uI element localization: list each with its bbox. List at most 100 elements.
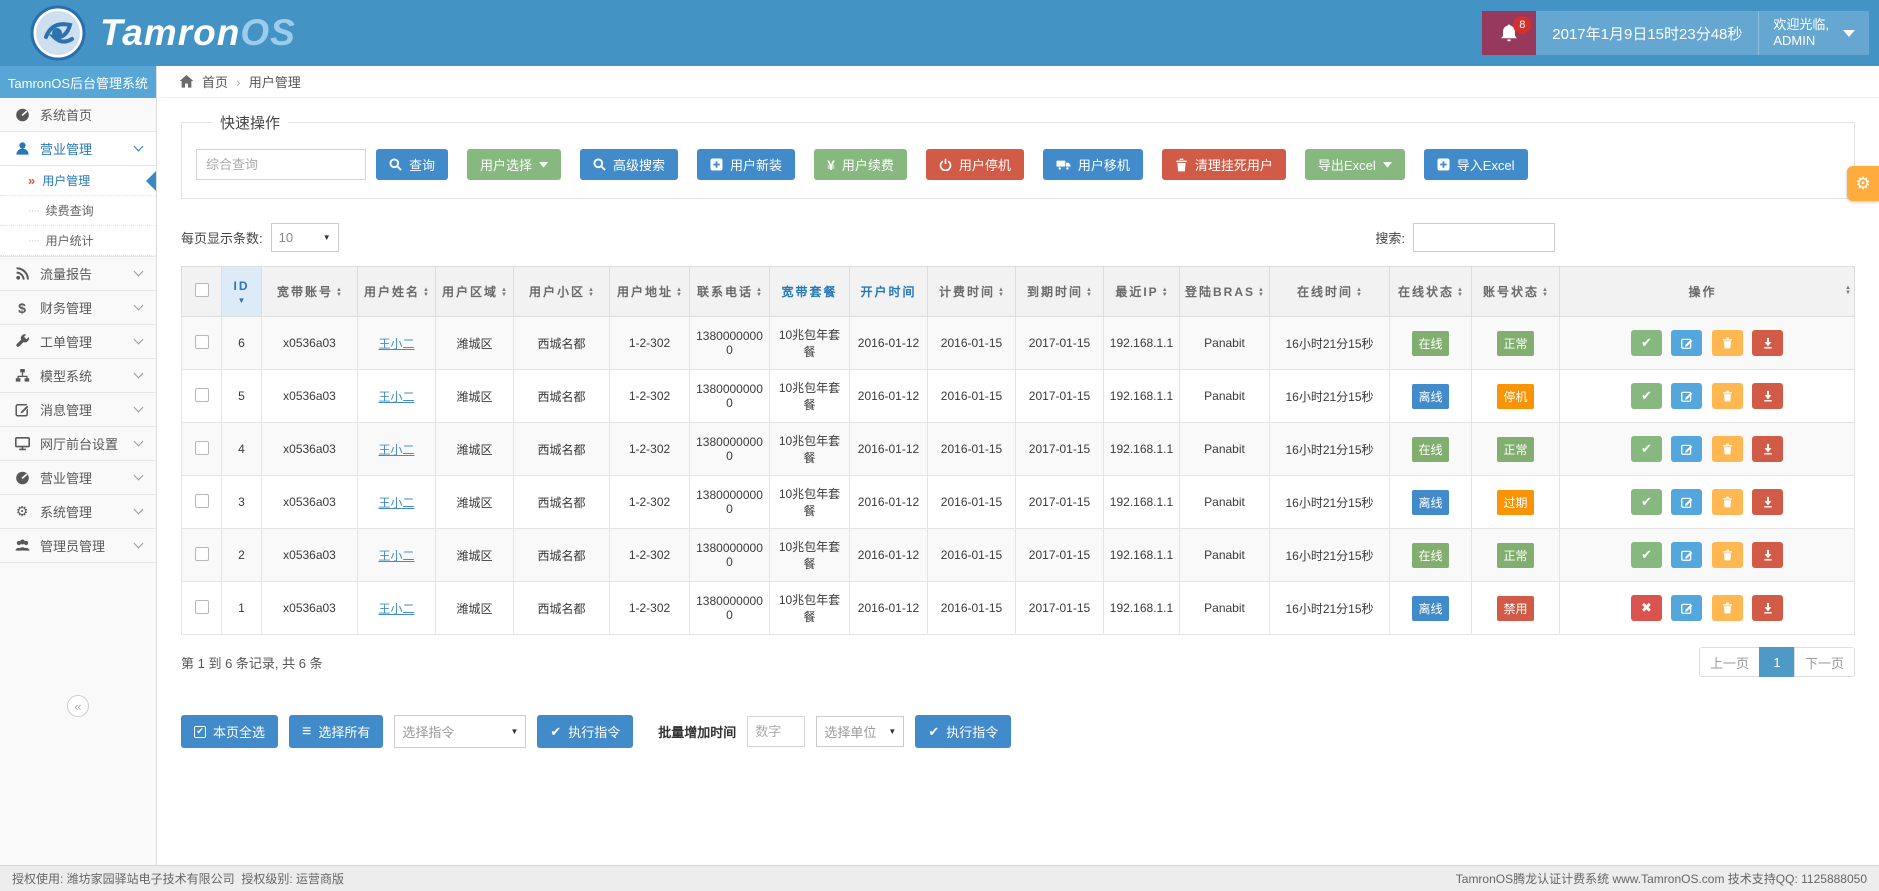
next-page-button[interactable]: 下一页 [1794,647,1855,677]
dashboard-icon [13,470,31,485]
export-excel-dropdown-button[interactable]: 导出Excel [1305,149,1405,180]
delete-user-button[interactable] [1712,542,1743,568]
combined-search-input[interactable] [196,149,366,180]
edit-user-button[interactable] [1671,542,1702,568]
row-checkbox[interactable] [195,335,209,349]
select-all-header[interactable] [182,267,222,317]
column-header-bras[interactable]: 登陆BRAS [1180,267,1270,317]
renew-button[interactable]: ¥ 用户续费 [814,149,907,180]
sidebar-item-user-stats[interactable]: ···· 用户统计 [0,226,156,256]
column-header-name[interactable]: 用户姓名 [358,267,436,317]
batch-number-input[interactable] [747,716,805,747]
select-all-button[interactable]: ≡ 选择所有 [289,715,383,748]
notifications-button[interactable]: 8 [1482,11,1536,55]
column-header-plan[interactable]: 宽带套餐 [770,267,850,317]
delete-user-button[interactable] [1712,383,1743,409]
current-page-button[interactable]: 1 [1759,647,1795,677]
user-name-link[interactable]: 王小二 [378,337,414,351]
download-user-button[interactable] [1752,383,1783,409]
toggle-user-button[interactable]: ✔ [1631,383,1662,409]
select-page-button[interactable]: 本页全选 [181,715,278,748]
row-checkbox[interactable] [195,494,209,508]
edit-user-button[interactable] [1671,383,1702,409]
delete-user-button[interactable] [1712,330,1743,356]
user-name-link[interactable]: 王小二 [378,443,414,457]
execute-batch-button[interactable]: ✔ 执行指令 [915,715,1011,748]
row-checkbox[interactable] [195,547,209,561]
column-header-region[interactable]: 用户区域 [436,267,514,317]
column-header-expire-date[interactable]: 到期时间 [1016,267,1104,317]
delete-user-button[interactable] [1712,489,1743,515]
edit-user-button[interactable] [1671,595,1702,621]
row-checkbox[interactable] [195,600,209,614]
row-checkbox[interactable] [195,388,209,402]
user-name-link[interactable]: 王小二 [378,390,414,404]
column-header-account-status[interactable]: 账号状态 [1472,267,1560,317]
column-header-phone[interactable]: 联系电话 [690,267,770,317]
select-all-checkbox[interactable] [195,283,209,297]
toggle-user-button[interactable]: ✖ [1631,595,1662,621]
edit-icon [1681,337,1693,349]
column-header-id[interactable]: ID▼ [222,267,262,317]
sidebar-item-system-home[interactable]: 系统首页 [0,98,156,132]
download-user-button[interactable] [1752,489,1783,515]
sidebar-item-renewal-query[interactable]: ···· 续费查询 [0,196,156,226]
sidebar-item-user-mgmt[interactable]: » 用户管理 [0,166,156,196]
column-header-account[interactable]: 宽带账号 [262,267,358,317]
sidebar-collapse-button[interactable]: « [67,695,89,717]
toggle-user-button[interactable]: ✔ [1631,542,1662,568]
sidebar-item-model-system[interactable]: 模型系统 [0,359,156,393]
execute-command-button[interactable]: ✔ 执行指令 [537,715,633,748]
cell-community: 西城名都 [514,317,610,370]
table-search-input[interactable] [1413,223,1555,252]
unit-select[interactable]: 选择单位 [816,716,904,747]
sidebar-item-admin-mgmt[interactable]: 管理员管理 [0,529,156,563]
column-header-address[interactable]: 用户地址 [610,267,690,317]
breadcrumb-home[interactable]: 首页 [202,72,228,91]
clean-dead-users-button[interactable]: 清理挂死用户 [1162,149,1286,180]
delete-user-button[interactable] [1712,595,1743,621]
edit-user-button[interactable] [1671,330,1702,356]
advanced-search-button[interactable]: 高级搜索 [580,149,678,180]
settings-gear-button[interactable]: ⚙ [1847,166,1879,201]
prev-page-button[interactable]: 上一页 [1699,647,1760,677]
toggle-user-button[interactable]: ✔ [1631,489,1662,515]
move-user-button[interactable]: 用户移机 [1043,149,1143,180]
sidebar-item-business-mgmt[interactable]: 营业管理 [0,132,156,166]
sidebar-item-finance-mgmt[interactable]: $ 财务管理 [0,291,156,325]
column-header-bill-date[interactable]: 计费时间 [928,267,1016,317]
edit-user-button[interactable] [1671,436,1702,462]
download-user-button[interactable] [1752,542,1783,568]
toggle-user-button[interactable]: ✔ [1631,436,1662,462]
suspend-user-button[interactable]: 用户停机 [926,149,1024,180]
sidebar-item-portal-settings[interactable]: 网厅前台设置 [0,427,156,461]
column-header-actions[interactable]: 操作 [1560,267,1855,317]
command-select[interactable]: 选择指令 [394,715,526,748]
sidebar-item-business-mgmt-2[interactable]: 营业管理 [0,461,156,495]
sidebar-item-traffic-report[interactable]: 流量报告 [0,257,156,291]
user-name-link[interactable]: 王小二 [378,602,414,616]
download-user-button[interactable] [1752,330,1783,356]
edit-user-button[interactable] [1671,489,1702,515]
toggle-user-button[interactable]: ✔ [1631,330,1662,356]
row-checkbox[interactable] [195,441,209,455]
user-menu[interactable]: 欢迎光临, ADMIN [1758,11,1869,55]
sidebar-item-message-mgmt[interactable]: 消息管理 [0,393,156,427]
column-header-community[interactable]: 用户小区 [514,267,610,317]
user-name-link[interactable]: 王小二 [378,496,414,510]
new-install-button[interactable]: 用户新装 [697,149,795,180]
download-user-button[interactable] [1752,436,1783,462]
download-user-button[interactable] [1752,595,1783,621]
per-page-select[interactable]: 10 [271,223,339,252]
column-header-online-status[interactable]: 在线状态 [1390,267,1472,317]
query-button[interactable]: 查询 [376,149,448,180]
column-header-ip[interactable]: 最近IP [1104,267,1180,317]
column-header-online-time[interactable]: 在线时间 [1270,267,1390,317]
user-name-link[interactable]: 王小二 [378,549,414,563]
column-header-open-date[interactable]: 开户时间 [850,267,928,317]
sidebar-item-system-mgmt[interactable]: ⚙ 系统管理 [0,495,156,529]
sidebar-item-workorder-mgmt[interactable]: 工单管理 [0,325,156,359]
import-excel-button[interactable]: 导入Excel [1424,149,1528,180]
user-select-dropdown-button[interactable]: 用户选择 [467,149,561,180]
delete-user-button[interactable] [1712,436,1743,462]
